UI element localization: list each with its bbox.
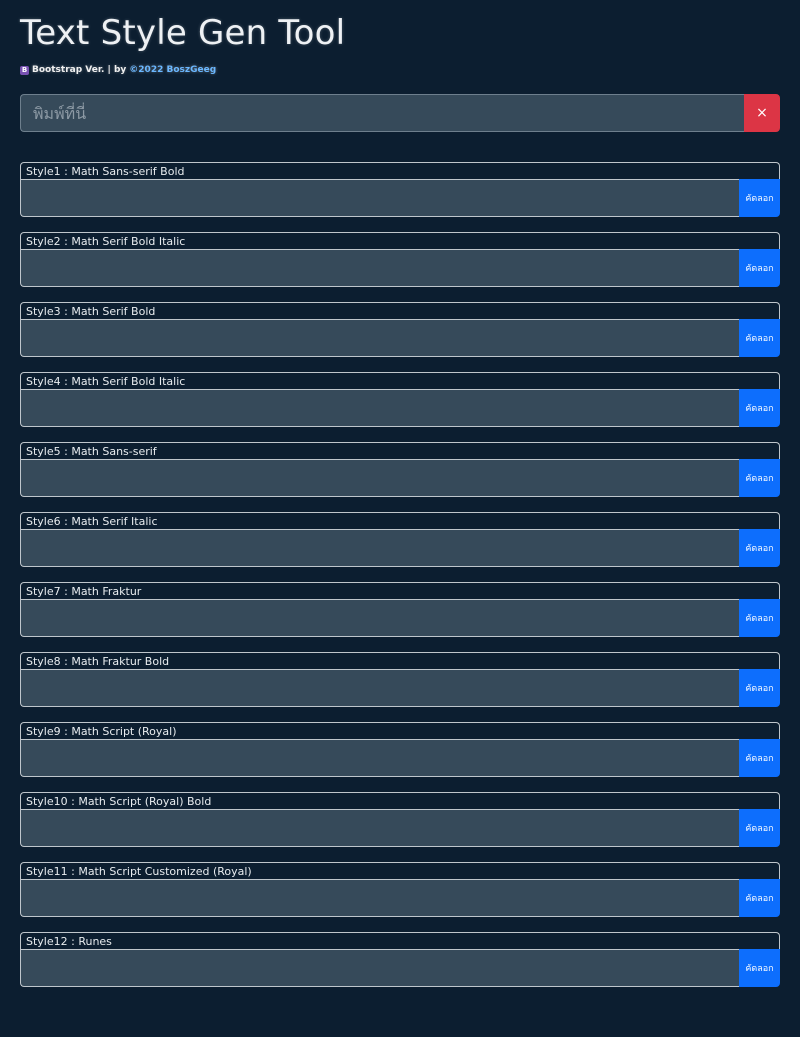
style-item: Style2 : Math Serif Bold Italic คัดลอก	[20, 232, 780, 287]
copy-button[interactable]: คัดลอก	[739, 529, 780, 567]
style-output-field[interactable]	[20, 949, 739, 987]
copy-button[interactable]: คัดลอก	[739, 249, 780, 287]
style-item: Style11 : Math Script Customized (Royal)…	[20, 862, 780, 917]
style-label: Style6 : Math Serif Italic	[20, 512, 780, 530]
style-output-field[interactable]	[20, 879, 739, 917]
style-output-group: คัดลอก	[20, 179, 780, 217]
style-output-group: คัดลอก	[20, 459, 780, 497]
style-label: Style11 : Math Script Customized (Royal)	[20, 862, 780, 880]
style-output-field[interactable]	[20, 249, 739, 287]
copy-button[interactable]: คัดลอก	[739, 599, 780, 637]
author-link[interactable]: ©2022 BoszGeeg	[129, 64, 216, 76]
style-output-group: คัดลอก	[20, 599, 780, 637]
style-output-group: คัดลอก	[20, 319, 780, 357]
style-output-group: คัดลอก	[20, 879, 780, 917]
style-item: Style8 : Math Fraktur Bold คัดลอก	[20, 652, 780, 707]
copy-button[interactable]: คัดลอก	[739, 809, 780, 847]
style-label: Style4 : Math Serif Bold Italic	[20, 372, 780, 390]
page-title: Text Style Gen Tool	[20, 13, 346, 53]
style-output-field[interactable]	[20, 459, 739, 497]
style-item: Style10 : Math Script (Royal) Bold คัดลอก	[20, 792, 780, 847]
style-output-group: คัดลอก	[20, 529, 780, 567]
subtitle-text: Bootstrap Ver. | by	[32, 65, 127, 75]
clear-button[interactable]: ×	[744, 94, 780, 132]
style-output-group: คัดลอก	[20, 809, 780, 847]
text-input[interactable]	[20, 94, 744, 132]
copy-button[interactable]: คัดลอก	[739, 879, 780, 917]
style-output-group: คัดลอก	[20, 669, 780, 707]
style-output-field[interactable]	[20, 809, 739, 847]
copy-button[interactable]: คัดลอก	[739, 319, 780, 357]
copy-button[interactable]: คัดลอก	[739, 179, 780, 217]
style-label: Style10 : Math Script (Royal) Bold	[20, 792, 780, 810]
style-label: Style2 : Math Serif Bold Italic	[20, 232, 780, 250]
copy-button[interactable]: คัดลอก	[739, 669, 780, 707]
style-label: Style12 : Runes	[20, 932, 780, 950]
style-output-field[interactable]	[20, 179, 739, 217]
copy-button[interactable]: คัดลอก	[739, 949, 780, 987]
style-item: Style4 : Math Serif Bold Italic คัดลอก	[20, 372, 780, 427]
style-output-field[interactable]	[20, 669, 739, 707]
copy-button[interactable]: คัดลอก	[739, 389, 780, 427]
style-item: Style1 : Math Sans-serif Bold คัดลอก	[20, 162, 780, 217]
style-output-group: คัดลอก	[20, 739, 780, 777]
style-output-group: คัดลอก	[20, 389, 780, 427]
style-label: Style1 : Math Sans-serif Bold	[20, 162, 780, 180]
style-label: Style9 : Math Script (Royal)	[20, 722, 780, 740]
main-input-group: ×	[20, 94, 780, 132]
style-label: Style3 : Math Serif Bold	[20, 302, 780, 320]
style-label: Style7 : Math Fraktur	[20, 582, 780, 600]
subtitle: B Bootstrap Ver. | by ©2022 BoszGeeg	[20, 64, 216, 76]
style-item: Style7 : Math Fraktur คัดลอก	[20, 582, 780, 637]
style-item: Style9 : Math Script (Royal) คัดลอก	[20, 722, 780, 777]
copy-button[interactable]: คัดลอก	[739, 739, 780, 777]
style-output-field[interactable]	[20, 529, 739, 567]
style-output-field[interactable]	[20, 319, 739, 357]
style-output-field[interactable]	[20, 739, 739, 777]
style-item: Style6 : Math Serif Italic คัดลอก	[20, 512, 780, 567]
copy-button[interactable]: คัดลอก	[739, 459, 780, 497]
style-item: Style5 : Math Sans-serif คัดลอก	[20, 442, 780, 497]
style-item: Style3 : Math Serif Bold คัดลอก	[20, 302, 780, 357]
style-output-field[interactable]	[20, 389, 739, 427]
style-label: Style5 : Math Sans-serif	[20, 442, 780, 460]
style-list: Style1 : Math Sans-serif Bold คัดลอก Style…	[20, 162, 780, 1002]
style-output-group: คัดลอก	[20, 949, 780, 987]
style-label: Style8 : Math Fraktur Bold	[20, 652, 780, 670]
bootstrap-logo-icon: B	[20, 65, 29, 75]
style-item: Style12 : Runes คัดลอก	[20, 932, 780, 987]
style-output-group: คัดลอก	[20, 249, 780, 287]
style-output-field[interactable]	[20, 599, 739, 637]
